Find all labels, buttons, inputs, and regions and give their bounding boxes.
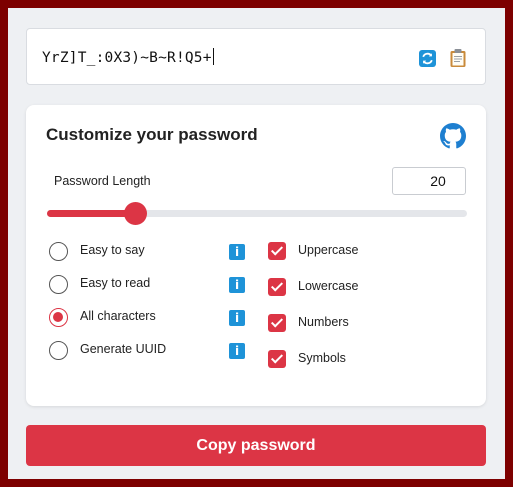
clipboard-icon[interactable]: [449, 48, 467, 68]
password-output[interactable]: YrZ]T_:0X3)~B~R!Q5+: [26, 28, 486, 85]
info-icon[interactable]: i: [229, 310, 245, 326]
info-icon[interactable]: i: [229, 244, 245, 260]
options-card: Customize your password Password Length …: [26, 105, 486, 406]
mode-radio[interactable]: [49, 308, 68, 327]
text-caret: [212, 48, 214, 65]
copy-password-button[interactable]: Copy password: [26, 425, 486, 466]
mode-label: Generate UUID: [80, 342, 167, 356]
length-slider[interactable]: [47, 202, 467, 225]
password-text: YrZ]T_:0X3)~B~R!Q5+: [42, 48, 214, 66]
info-icon[interactable]: i: [229, 277, 245, 293]
app-frame: YrZ]T_:0X3)~B~R!Q5+ Customize your passw…: [8, 8, 505, 479]
mode-radio[interactable]: [49, 242, 68, 261]
mode-label: Easy to say: [80, 243, 145, 257]
mode-radio[interactable]: [49, 341, 68, 360]
length-slider-thumb[interactable]: [124, 202, 148, 225]
charset-checkbox[interactable]: [268, 278, 286, 296]
refresh-icon[interactable]: [419, 50, 436, 67]
password-length-input[interactable]: [392, 167, 466, 195]
mode-label: All characters: [80, 309, 156, 323]
charset-checkbox[interactable]: [268, 242, 286, 260]
charset-checkbox[interactable]: [268, 314, 286, 332]
charset-label: Uppercase: [298, 243, 359, 257]
card-title: Customize your password: [46, 125, 258, 144]
charset-label: Numbers: [298, 315, 349, 329]
password-length-label: Password Length: [54, 174, 151, 188]
github-icon[interactable]: [440, 123, 466, 149]
length-slider-fill: [47, 210, 136, 217]
mode-label: Easy to read: [80, 276, 151, 290]
mode-radio[interactable]: [49, 275, 68, 294]
charset-label: Symbols: [298, 351, 346, 365]
charset-checkbox[interactable]: [268, 350, 286, 368]
info-icon[interactable]: i: [229, 343, 245, 359]
charset-label: Lowercase: [298, 279, 359, 293]
